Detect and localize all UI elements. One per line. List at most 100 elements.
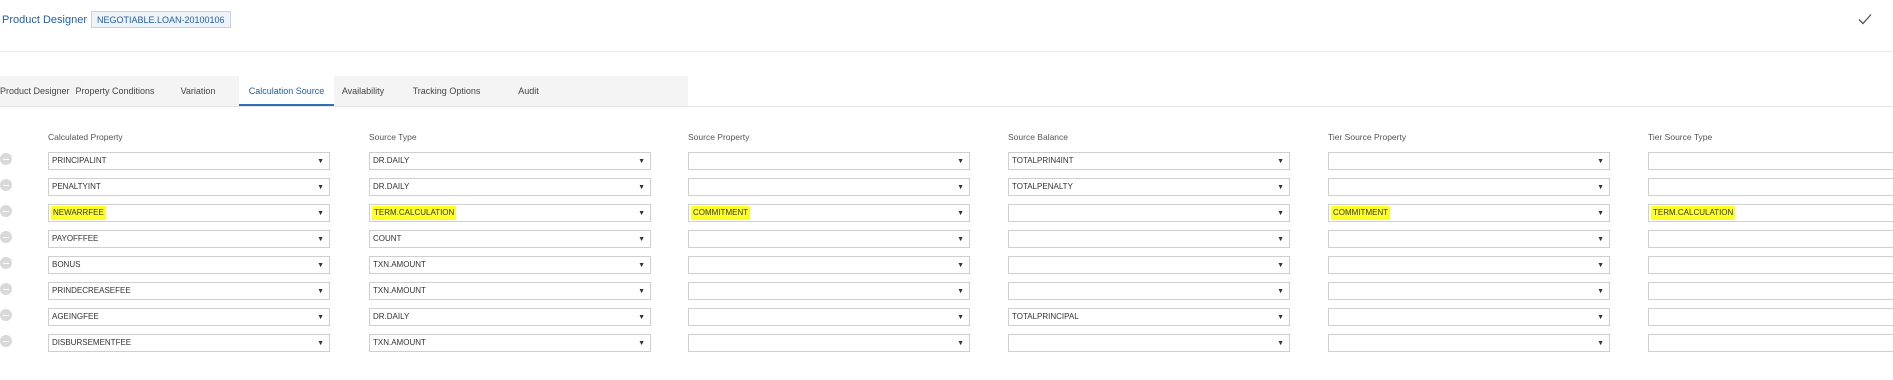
tier-source-type-select[interactable]: [1648, 178, 1893, 196]
source-type-select[interactable]: TXN.AMOUNT ▼: [369, 256, 651, 274]
source-type-select[interactable]: TXN.AMOUNT ▼: [369, 282, 651, 300]
source-balance-select[interactable]: TOTALPRINCIPAL ▼: [1008, 308, 1290, 326]
dropdown-arrow-icon[interactable]: ▼: [957, 339, 964, 348]
dropdown-arrow-icon[interactable]: ▼: [638, 261, 645, 270]
calculated-property-select[interactable]: NEWARRFEE ▼: [48, 204, 330, 222]
dropdown-arrow-icon[interactable]: ▼: [1277, 287, 1284, 296]
dropdown-arrow-icon[interactable]: ▼: [317, 261, 324, 270]
source-property-select[interactable]: ▼: [688, 256, 970, 274]
source-property-select[interactable]: ▼: [688, 282, 970, 300]
remove-row-icon[interactable]: [0, 257, 12, 269]
tier-source-property-select[interactable]: ▼: [1328, 308, 1610, 326]
dropdown-arrow-icon[interactable]: ▼: [638, 287, 645, 296]
dropdown-arrow-icon[interactable]: ▼: [317, 183, 324, 192]
calculated-property-select[interactable]: DISBURSEMENTFEE ▼: [48, 334, 330, 352]
dropdown-arrow-icon[interactable]: ▼: [1277, 183, 1284, 192]
tier-source-type-select[interactable]: [1648, 282, 1893, 300]
source-type-select[interactable]: DR.DAILY ▼: [369, 152, 651, 170]
dropdown-arrow-icon[interactable]: ▼: [957, 287, 964, 296]
dropdown-arrow-icon[interactable]: ▼: [317, 339, 324, 348]
tab-tracking-options[interactable]: Tracking Options: [392, 76, 501, 107]
dropdown-arrow-icon[interactable]: ▼: [1597, 157, 1604, 166]
dropdown-arrow-icon[interactable]: ▼: [1597, 339, 1604, 348]
dropdown-arrow-icon[interactable]: ▼: [1597, 287, 1604, 296]
dropdown-arrow-icon[interactable]: ▼: [1597, 209, 1604, 218]
remove-row-icon[interactable]: [0, 179, 12, 191]
source-type-select[interactable]: DR.DAILY ▼: [369, 178, 651, 196]
tier-source-type-select[interactable]: [1648, 308, 1893, 326]
calculated-property-select[interactable]: PENALTYINT ▼: [48, 178, 330, 196]
dropdown-arrow-icon[interactable]: ▼: [1277, 157, 1284, 166]
tab-variation[interactable]: Variation: [166, 76, 230, 107]
tier-source-property-select[interactable]: ▼: [1328, 282, 1610, 300]
remove-row-icon[interactable]: [0, 335, 12, 347]
tier-source-type-select[interactable]: [1648, 230, 1893, 248]
dropdown-arrow-icon[interactable]: ▼: [317, 209, 324, 218]
dropdown-arrow-icon[interactable]: ▼: [957, 235, 964, 244]
source-type-select[interactable]: DR.DAILY ▼: [369, 308, 651, 326]
tier-source-type-select[interactable]: [1648, 152, 1893, 170]
dropdown-arrow-icon[interactable]: ▼: [1277, 235, 1284, 244]
dropdown-arrow-icon[interactable]: ▼: [1277, 313, 1284, 322]
tier-source-type-select[interactable]: [1648, 256, 1893, 274]
source-property-select[interactable]: ▼: [688, 230, 970, 248]
source-property-select[interactable]: ▼: [688, 308, 970, 326]
tab-product-designer[interactable]: Product Designer: [0, 76, 70, 107]
tab-availability[interactable]: Availability: [334, 76, 392, 107]
dropdown-arrow-icon[interactable]: ▼: [1277, 209, 1284, 218]
dropdown-arrow-icon[interactable]: ▼: [957, 261, 964, 270]
dropdown-arrow-icon[interactable]: ▼: [1277, 261, 1284, 270]
dropdown-arrow-icon[interactable]: ▼: [317, 157, 324, 166]
calculated-property-select[interactable]: BONUS ▼: [48, 256, 330, 274]
remove-row-icon[interactable]: [0, 231, 12, 243]
dropdown-arrow-icon[interactable]: ▼: [957, 209, 964, 218]
calculated-property-select[interactable]: AGEINGFEE ▼: [48, 308, 330, 326]
dropdown-arrow-icon[interactable]: ▼: [1277, 339, 1284, 348]
tier-source-property-select[interactable]: ▼: [1328, 334, 1610, 352]
record-id-badge[interactable]: NEGOTIABLE.LOAN-20100106: [91, 11, 231, 28]
source-property-select[interactable]: ▼: [688, 334, 970, 352]
calculated-property-select[interactable]: PAYOFFFEE ▼: [48, 230, 330, 248]
dropdown-arrow-icon[interactable]: ▼: [317, 235, 324, 244]
source-type-select[interactable]: TERM.CALCULATION ▼: [369, 204, 651, 222]
remove-row-icon[interactable]: [0, 153, 12, 165]
source-balance-select[interactable]: TOTALPRIN4INT ▼: [1008, 152, 1290, 170]
dropdown-arrow-icon[interactable]: ▼: [317, 287, 324, 296]
dropdown-arrow-icon[interactable]: ▼: [638, 339, 645, 348]
tab-calculation-source[interactable]: Calculation Source: [239, 76, 334, 107]
dropdown-arrow-icon[interactable]: ▼: [638, 157, 645, 166]
dropdown-arrow-icon[interactable]: ▼: [957, 157, 964, 166]
tab-audit[interactable]: Audit: [501, 76, 556, 107]
tier-source-type-select[interactable]: [1648, 334, 1893, 352]
dropdown-arrow-icon[interactable]: ▼: [638, 183, 645, 192]
source-balance-select[interactable]: ▼: [1008, 256, 1290, 274]
source-balance-select[interactable]: TOTALPENALTY ▼: [1008, 178, 1290, 196]
source-property-select[interactable]: ▼: [688, 152, 970, 170]
source-property-select[interactable]: ▼: [688, 178, 970, 196]
tier-source-property-select[interactable]: COMMITMENT ▼: [1328, 204, 1610, 222]
tier-source-property-select[interactable]: ▼: [1328, 256, 1610, 274]
dropdown-arrow-icon[interactable]: ▼: [957, 313, 964, 322]
checkmark-icon[interactable]: [1856, 10, 1874, 28]
source-balance-select[interactable]: ▼: [1008, 204, 1290, 222]
source-property-select[interactable]: COMMITMENT ▼: [688, 204, 970, 222]
dropdown-arrow-icon[interactable]: ▼: [317, 313, 324, 322]
source-balance-select[interactable]: ▼: [1008, 334, 1290, 352]
dropdown-arrow-icon[interactable]: ▼: [1597, 313, 1604, 322]
dropdown-arrow-icon[interactable]: ▼: [957, 183, 964, 192]
dropdown-arrow-icon[interactable]: ▼: [1597, 261, 1604, 270]
tier-source-property-select[interactable]: ▼: [1328, 230, 1610, 248]
tab-property-conditions[interactable]: Property Conditions: [64, 76, 166, 107]
dropdown-arrow-icon[interactable]: ▼: [1597, 183, 1604, 192]
dropdown-arrow-icon[interactable]: ▼: [1597, 235, 1604, 244]
calculated-property-select[interactable]: PRINCIPALINT ▼: [48, 152, 330, 170]
remove-row-icon[interactable]: [0, 309, 12, 321]
tier-source-property-select[interactable]: ▼: [1328, 178, 1610, 196]
remove-row-icon[interactable]: [0, 283, 12, 295]
source-type-select[interactable]: COUNT ▼: [369, 230, 651, 248]
source-balance-select[interactable]: ▼: [1008, 230, 1290, 248]
dropdown-arrow-icon[interactable]: ▼: [638, 235, 645, 244]
tier-source-type-select[interactable]: TERM.CALCULATION: [1648, 204, 1893, 222]
dropdown-arrow-icon[interactable]: ▼: [638, 313, 645, 322]
source-balance-select[interactable]: ▼: [1008, 282, 1290, 300]
